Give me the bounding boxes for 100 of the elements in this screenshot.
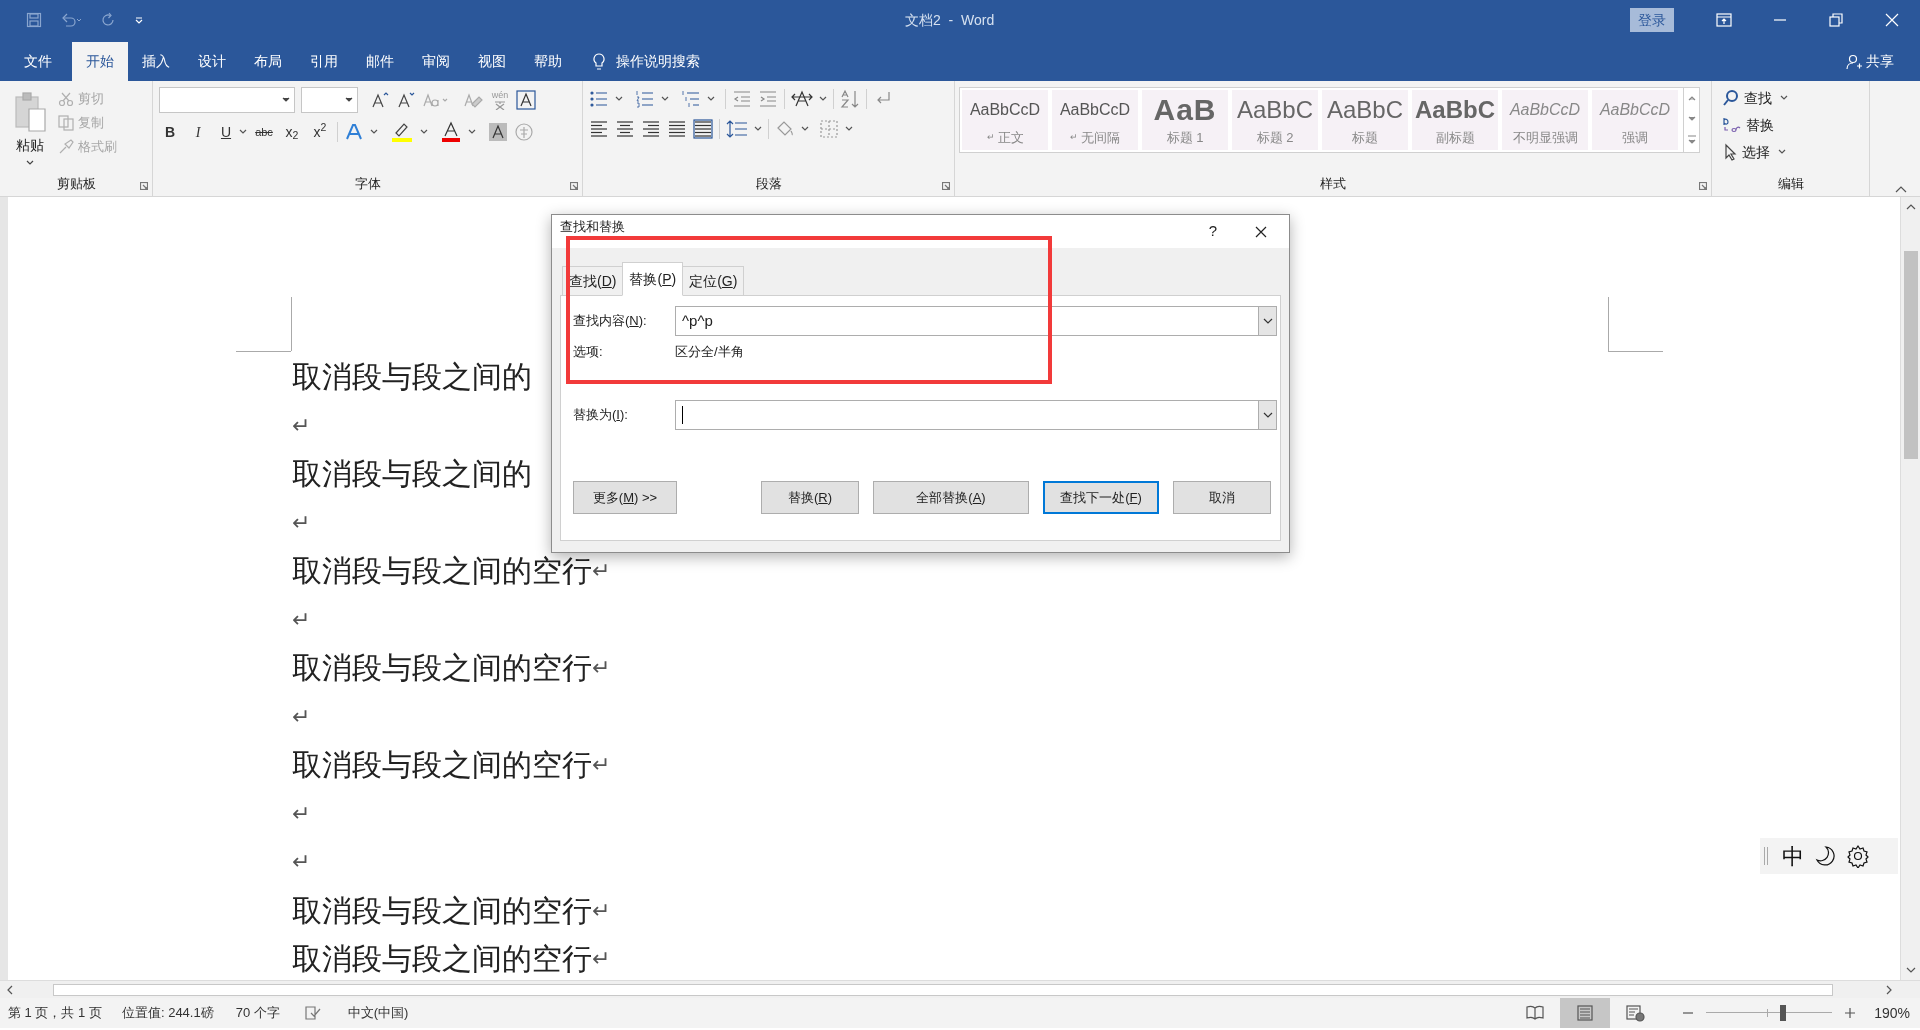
share-button[interactable]: 共享	[1846, 42, 1894, 81]
ribbon-display-icon[interactable]	[1716, 13, 1732, 27]
distributed-icon[interactable]	[693, 119, 713, 139]
scissors-icon	[58, 91, 74, 107]
collapse-ribbon-icon[interactable]	[1894, 184, 1908, 194]
character-border-icon[interactable]	[516, 90, 536, 110]
shading-icon[interactable]	[488, 122, 508, 142]
paragraph-mark: ↵	[292, 849, 310, 876]
print-view-button[interactable]	[1560, 998, 1611, 1028]
style-tile[interactable]: AaBbC 标题 2	[1232, 90, 1318, 150]
format-button[interactable]: x$_{2}$	[281, 121, 303, 143]
ribbon-tab[interactable]: 布局	[240, 42, 296, 81]
ribbon-tab[interactable]: 引用	[296, 42, 352, 81]
shrink-font-icon[interactable]	[396, 90, 416, 110]
font-color-icon[interactable]	[440, 121, 462, 143]
dialog-button[interactable]: 更多(M) >>	[573, 481, 677, 514]
paragraph-mark: ↵	[592, 655, 610, 682]
font-name-field[interactable]	[159, 87, 295, 113]
dropdown-caret-icon	[1262, 411, 1273, 419]
zoom-slider[interactable]	[1706, 1005, 1833, 1021]
style-tile[interactable]: AaBbCcD ↵ 无间隔	[1052, 90, 1138, 150]
editing-command[interactable]: 选择	[1722, 141, 1788, 163]
style-tile[interactable]: AaBbCcD ↵ 正文	[962, 90, 1048, 150]
dialog-launcher-icon[interactable]	[140, 182, 148, 190]
ribbon-tab[interactable]: 审阅	[408, 42, 464, 81]
bullet-list-icon[interactable]	[589, 89, 609, 109]
line-spacing-icon[interactable]	[726, 119, 748, 139]
ribbon-tab[interactable]: 邮件	[352, 42, 408, 81]
paragraph-mark: ↵	[292, 509, 310, 536]
cursor-icon	[1722, 143, 1738, 161]
dialog-launcher-icon[interactable]	[942, 182, 950, 190]
editing-command[interactable]: 替换	[1722, 114, 1788, 136]
dialog-tab[interactable]: 查找(D)	[562, 266, 624, 296]
dialog-launcher-icon[interactable]	[570, 182, 578, 190]
customize-caret-icon[interactable]	[134, 15, 144, 25]
input-mode-button[interactable]: 中	[1782, 839, 1804, 873]
numbered-list-icon[interactable]	[635, 89, 655, 109]
format-button[interactable]: U	[215, 121, 237, 143]
options-value: 区分全/半角	[675, 343, 744, 362]
help-button[interactable]: ?	[1193, 220, 1233, 243]
ribbon-tab[interactable]: 插入	[128, 42, 184, 81]
zoom-level[interactable]: 190%	[1874, 1002, 1910, 1024]
redo-icon[interactable]	[100, 12, 116, 28]
dialog-button[interactable]: 查找下一处(F)	[1043, 481, 1159, 514]
text-effect-icon[interactable]	[344, 122, 364, 142]
style-tile[interactable]: AaBbC 标题	[1322, 90, 1408, 150]
ribbon-tab[interactable]: 开始	[72, 42, 128, 81]
replace-with-field[interactable]	[675, 400, 1277, 430]
close-icon[interactable]	[1885, 13, 1899, 27]
caret-icon	[239, 129, 247, 135]
dialog-tab[interactable]: 定位(G)	[682, 266, 745, 296]
settings-icon[interactable]	[1846, 844, 1870, 868]
dialog-tab[interactable]: 替换(P)	[622, 262, 684, 296]
multilevel-list-icon[interactable]	[681, 89, 701, 109]
font-size-field[interactable]	[301, 87, 358, 113]
ribbon-tab[interactable]: 设计	[184, 42, 240, 81]
paste-button[interactable]: 粘贴	[6, 87, 54, 174]
style-tile[interactable]: AaB 标题 1	[1142, 90, 1228, 150]
undo-icon[interactable]	[60, 12, 82, 28]
ribbon-tab[interactable]: 文件	[10, 42, 66, 81]
grow-font-icon[interactable]	[370, 90, 390, 110]
language-status[interactable]: 中文(中国)	[347, 1003, 409, 1023]
zoom-in-icon[interactable]	[1844, 1007, 1857, 1019]
sort-icon[interactable]	[840, 89, 860, 109]
align-left-icon[interactable]	[589, 119, 609, 139]
editing-command[interactable]: 查找	[1722, 87, 1788, 109]
ribbon-tab[interactable]: 视图	[464, 42, 520, 81]
restore-icon[interactable]	[1829, 13, 1843, 27]
justify-icon[interactable]	[667, 119, 687, 139]
group-label: 段落	[755, 175, 782, 193]
format-button[interactable]: B	[159, 121, 181, 143]
highlighter-icon[interactable]	[390, 121, 414, 143]
align-center-icon[interactable]	[615, 119, 635, 139]
paragraph-text: 取消段与段之间的空行	[292, 747, 592, 784]
brush-icon	[58, 139, 74, 155]
scrollbar-thumb[interactable]	[1903, 251, 1918, 459]
caret-icon	[26, 160, 34, 166]
style-tile[interactable]: AaBbC 副标题	[1412, 90, 1498, 150]
copy-icon	[58, 115, 74, 131]
caret-icon	[754, 126, 762, 132]
paragraph-mark: ↵	[292, 606, 310, 633]
format-button[interactable]: abc	[253, 121, 275, 143]
tell-me-search[interactable]: 操作说明搜索	[616, 51, 700, 72]
align-right-icon[interactable]	[641, 119, 661, 139]
text-direction-icon[interactable]	[791, 89, 813, 109]
text-glyph-icon	[493, 99, 507, 110]
dialog-button[interactable]: 替换(R)	[761, 481, 859, 514]
find-what-field[interactable]: ^p^p	[675, 306, 1277, 336]
proofing-icon[interactable]	[303, 1005, 322, 1021]
dialog-button[interactable]: 取消	[1173, 481, 1271, 514]
ribbon-tab[interactable]: 帮助	[520, 42, 576, 81]
format-button[interactable]: x$^{2}$	[309, 121, 331, 143]
save-icon[interactable]	[26, 12, 42, 28]
dialog-button[interactable]: 全部替换(A)	[873, 481, 1029, 514]
dialog-launcher-icon[interactable]	[1699, 182, 1707, 190]
format-button[interactable]: I	[187, 121, 209, 143]
scrollbar-thumb[interactable]	[53, 983, 1833, 996]
moon-icon[interactable]	[1814, 845, 1836, 867]
caret-icon	[819, 96, 827, 102]
sign-in-button[interactable]: 登录	[1630, 8, 1674, 32]
